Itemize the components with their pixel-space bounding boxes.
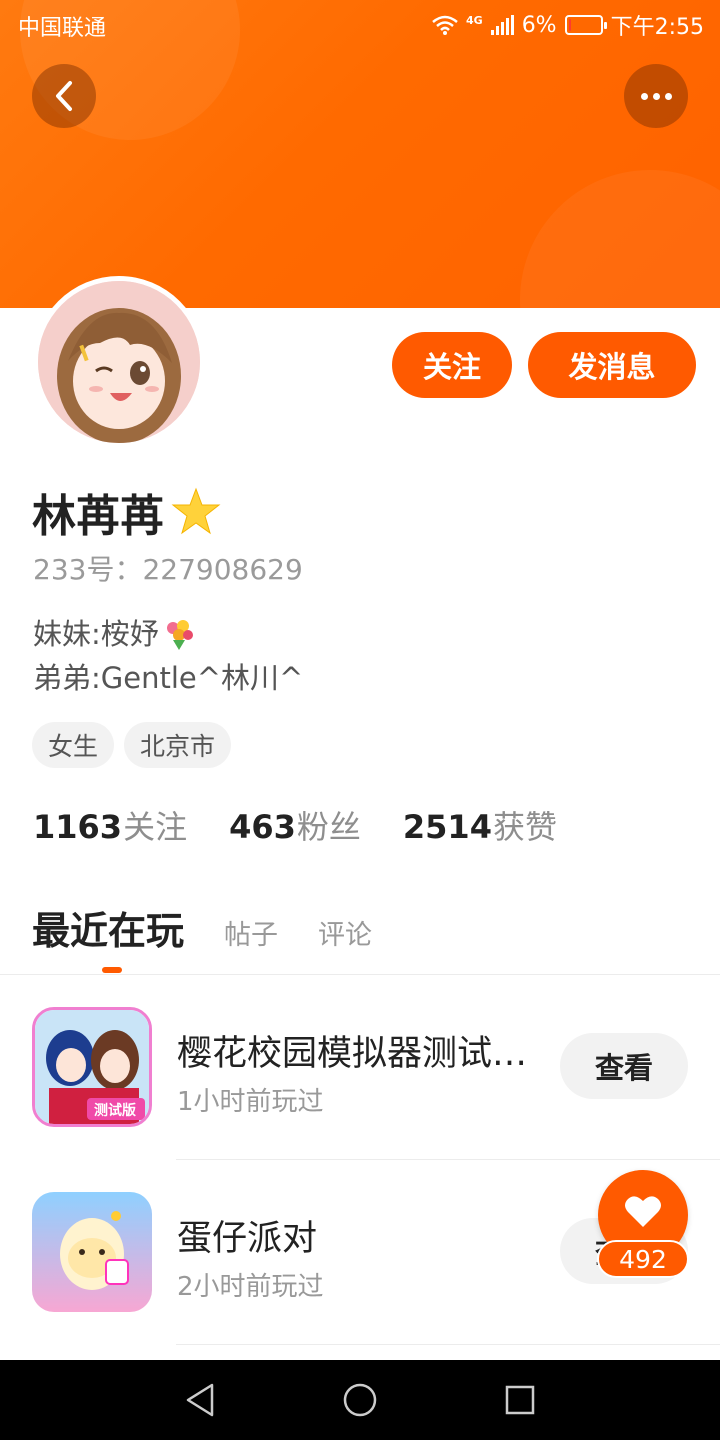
star-icon <box>171 487 221 535</box>
bio-line: 妹妹:桉妤 <box>33 617 159 651</box>
last-played-time: 1小时前玩过 <box>177 1087 324 1117</box>
gender-tag: 女生 <box>32 722 115 768</box>
followers-stat[interactable]: 463粉丝 <box>229 802 361 848</box>
triangle-back-icon <box>186 1383 214 1417</box>
tab-comments[interactable]: 评论 <box>318 913 372 952</box>
more-button[interactable] <box>624 64 688 128</box>
follow-button[interactable]: 关注 <box>392 332 512 398</box>
following-stat[interactable]: 1163关注 <box>33 802 187 848</box>
bio-line: 弟弟:Gentle^林川^ <box>33 661 304 695</box>
tab-posts[interactable]: 帖子 <box>224 913 278 952</box>
battery-level <box>568 19 571 31</box>
user-name-row: 林苒苒 <box>32 480 222 544</box>
system-navigation-bar <box>0 1360 720 1440</box>
like-count: 492 <box>597 1240 689 1278</box>
status-icons: 4G 6% 下午2:55 <box>432 9 704 41</box>
clock: 下午2:55 <box>610 15 704 40</box>
user-bio: 妹妹:桉妤 弟弟:Gentle^林川^ <box>33 612 303 700</box>
active-tab-indicator <box>102 967 122 973</box>
user-id: 233号：227908629 <box>33 553 303 586</box>
divider <box>176 1344 720 1345</box>
square-recents-icon <box>505 1385 535 1415</box>
user-stats: 1163关注 463粉丝 2514获赞 <box>33 802 557 848</box>
game-title: 蛋仔派对 <box>177 1219 318 1259</box>
nav-back-button[interactable] <box>180 1380 220 1420</box>
battery-percent: 6% <box>521 12 557 38</box>
network-type: 4G <box>466 13 483 27</box>
avatar[interactable] <box>33 276 205 448</box>
back-arrow-icon <box>56 81 72 111</box>
banner-decoration <box>520 170 720 308</box>
profile-tabs: 最近在玩 帖子 评论 <box>32 900 372 955</box>
signal-icon <box>490 15 514 35</box>
battery-icon <box>564 15 607 35</box>
game-icon <box>32 1192 152 1312</box>
game-title: 樱花校园模拟器测试… <box>177 1034 528 1074</box>
last-played-time: 2小时前玩过 <box>177 1272 324 1302</box>
send-message-button[interactable]: 发消息 <box>528 332 696 398</box>
avatar-image <box>38 281 200 443</box>
circle-home-icon <box>343 1383 377 1417</box>
profile-header-banner: 中国联通 4G 6% 下午2:55 <box>0 0 720 308</box>
game-icon: 测试版 <box>32 1007 152 1127</box>
flower-bouquet-icon <box>166 620 193 650</box>
status-bar: 中国联通 4G 6% 下午2:55 <box>0 0 720 48</box>
game-list-item[interactable]: 测试版 樱花校园模拟器测试… 1小时前玩过 查看 <box>0 975 720 1159</box>
svg-text:测试版: 测试版 <box>94 1102 136 1119</box>
likes-stat: 2514获赞 <box>402 808 557 846</box>
nav-recents-button[interactable] <box>500 1380 540 1420</box>
user-name: 林苒苒 <box>32 491 164 542</box>
location-tag: 北京市 <box>124 722 232 768</box>
heart-icon <box>625 1196 661 1227</box>
tab-recently-played[interactable]: 最近在玩 <box>32 900 184 955</box>
nav-home-button[interactable] <box>340 1380 380 1420</box>
wifi-icon <box>432 15 458 35</box>
carrier-name: 中国联通 <box>18 16 107 41</box>
back-button[interactable] <box>32 64 96 128</box>
user-tags: 女生 北京市 <box>32 722 232 768</box>
more-dots-icon <box>640 92 672 100</box>
view-game-button[interactable]: 查看 <box>560 1033 688 1099</box>
